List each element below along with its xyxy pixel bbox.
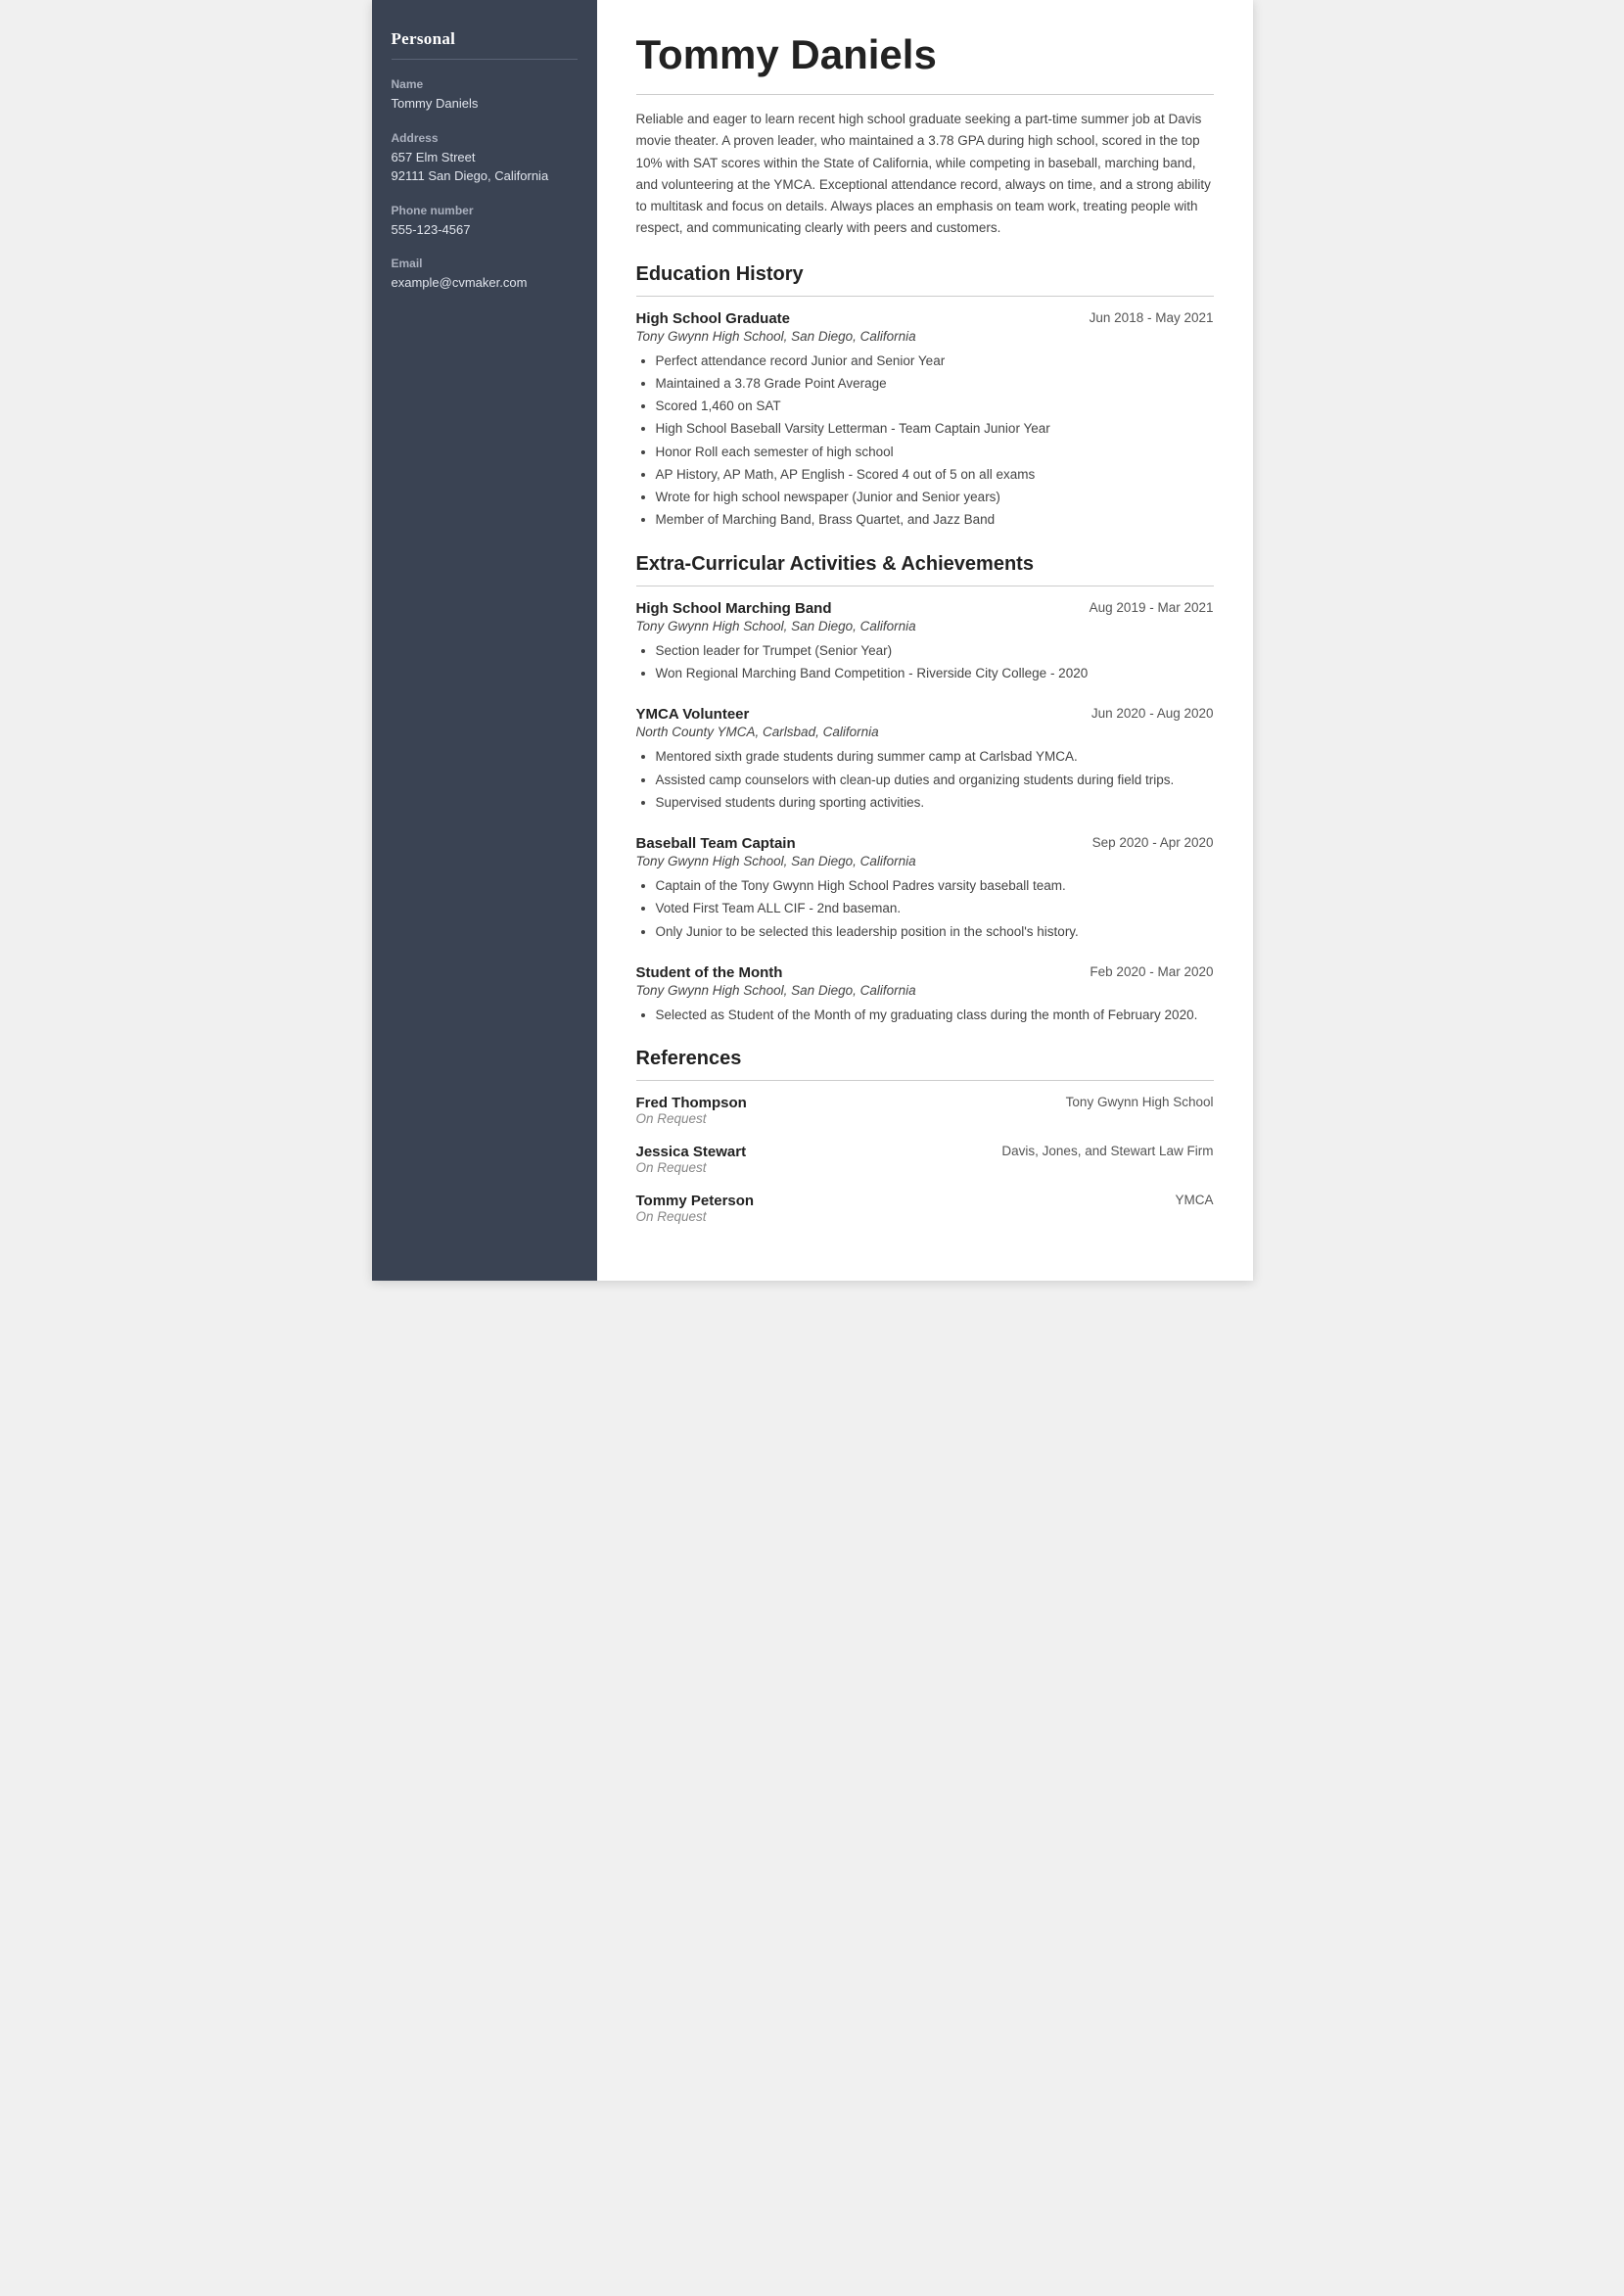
bullet-item: Captain of the Tony Gwynn High School Pa…: [656, 875, 1214, 897]
education-section: Education History High School Graduate J…: [636, 263, 1214, 532]
extracurricular-entry-1-subtitle: North County YMCA, Carlsbad, California: [636, 725, 1214, 739]
extracurricular-entry-3-date: Feb 2020 - Mar 2020: [1090, 964, 1213, 979]
education-entry-0-header: High School Graduate Jun 2018 - May 2021: [636, 310, 1214, 327]
reference-1-sub: On Request: [636, 1160, 1214, 1175]
bullet-item: Assisted camp counselors with clean-up d…: [656, 770, 1214, 791]
extracurricular-entry-1-header: YMCA Volunteer Jun 2020 - Aug 2020: [636, 706, 1214, 723]
education-entry-0: High School Graduate Jun 2018 - May 2021…: [636, 310, 1214, 532]
bullet-item: Perfect attendance record Junior and Sen…: [656, 351, 1214, 372]
reference-1-org: Davis, Jones, and Stewart Law Firm: [1001, 1144, 1213, 1158]
bullet-item: Section leader for Trumpet (Senior Year): [656, 640, 1214, 662]
reference-0: Fred Thompson Tony Gwynn High School On …: [636, 1095, 1214, 1126]
bullet-item: High School Baseball Varsity Letterman -…: [656, 418, 1214, 440]
sidebar-address-section: Address 657 Elm Street 92111 San Diego, …: [392, 131, 578, 186]
extracurricular-entry-2-bullets: Captain of the Tony Gwynn High School Pa…: [636, 875, 1214, 943]
bullet-item: AP History, AP Math, AP English - Scored…: [656, 464, 1214, 486]
education-entry-0-date: Jun 2018 - May 2021: [1090, 310, 1214, 325]
sidebar-phone-label: Phone number: [392, 204, 578, 217]
extracurricular-entry-1-title: YMCA Volunteer: [636, 706, 750, 723]
bullet-item: Voted First Team ALL CIF - 2nd baseman.: [656, 898, 1214, 919]
bullet-item: Scored 1,460 on SAT: [656, 396, 1214, 417]
sidebar-name-label: Name: [392, 77, 578, 91]
sidebar-phone-value: 555-123-4567: [392, 220, 578, 240]
reference-1: Jessica Stewart Davis, Jones, and Stewar…: [636, 1144, 1214, 1175]
extracurricular-entry-2-date: Sep 2020 - Apr 2020: [1092, 835, 1214, 850]
bullet-item: Selected as Student of the Month of my g…: [656, 1005, 1214, 1026]
extracurricular-entry-2-header: Baseball Team Captain Sep 2020 - Apr 202…: [636, 835, 1214, 852]
reference-2-sub: On Request: [636, 1209, 1214, 1224]
extracurricular-title: Extra-Curricular Activities & Achievemen…: [636, 553, 1214, 576]
extracurricular-section: Extra-Curricular Activities & Achievemen…: [636, 553, 1214, 1026]
education-title: Education History: [636, 263, 1214, 286]
extracurricular-entry-1-bullets: Mentored sixth grade students during sum…: [636, 746, 1214, 814]
reference-0-name: Fred Thompson: [636, 1095, 747, 1111]
reference-2-org: YMCA: [1175, 1193, 1213, 1207]
reference-1-name: Jessica Stewart: [636, 1144, 747, 1160]
summary: Reliable and eager to learn recent high …: [636, 109, 1214, 240]
references-divider: [636, 1080, 1214, 1081]
extracurricular-entry-2: Baseball Team Captain Sep 2020 - Apr 202…: [636, 835, 1214, 943]
bullet-item: Only Junior to be selected this leadersh…: [656, 921, 1214, 943]
extracurricular-entry-3-subtitle: Tony Gwynn High School, San Diego, Calif…: [636, 983, 1214, 998]
name-divider: [636, 94, 1214, 95]
sidebar-email-section: Email example@cvmaker.com: [392, 257, 578, 293]
extracurricular-entry-1-date: Jun 2020 - Aug 2020: [1091, 706, 1214, 721]
sidebar-email-value: example@cvmaker.com: [392, 273, 578, 293]
sidebar-address-line1: 657 Elm Street: [392, 148, 578, 167]
education-entry-0-bullets: Perfect attendance record Junior and Sen…: [636, 351, 1214, 532]
extracurricular-entry-0-title: High School Marching Band: [636, 600, 832, 617]
sidebar-title: Personal: [392, 29, 578, 49]
sidebar-phone-section: Phone number 555-123-4567: [392, 204, 578, 240]
reference-2-header: Tommy Peterson YMCA: [636, 1193, 1214, 1209]
extracurricular-entry-0-header: High School Marching Band Aug 2019 - Mar…: [636, 600, 1214, 617]
candidate-name: Tommy Daniels: [636, 31, 1214, 78]
bullet-item: Mentored sixth grade students during sum…: [656, 746, 1214, 768]
bullet-item: Supervised students during sporting acti…: [656, 792, 1214, 814]
bullet-item: Member of Marching Band, Brass Quartet, …: [656, 509, 1214, 531]
references-section: References Fred Thompson Tony Gwynn High…: [636, 1048, 1214, 1224]
reference-0-org: Tony Gwynn High School: [1066, 1095, 1214, 1109]
bullet-item: Honor Roll each semester of high school: [656, 442, 1214, 463]
extracurricular-entry-0-subtitle: Tony Gwynn High School, San Diego, Calif…: [636, 619, 1214, 633]
extracurricular-entry-3-title: Student of the Month: [636, 964, 783, 981]
bullet-item: Won Regional Marching Band Competition -…: [656, 663, 1214, 684]
sidebar-name-section: Name Tommy Daniels: [392, 77, 578, 114]
extracurricular-entry-3: Student of the Month Feb 2020 - Mar 2020…: [636, 964, 1214, 1026]
extracurricular-entry-0-date: Aug 2019 - Mar 2021: [1090, 600, 1214, 615]
extracurricular-entry-0: High School Marching Band Aug 2019 - Mar…: [636, 600, 1214, 685]
sidebar-email-label: Email: [392, 257, 578, 270]
sidebar-name-value: Tommy Daniels: [392, 94, 578, 114]
education-entry-0-title: High School Graduate: [636, 310, 791, 327]
extracurricular-entry-2-subtitle: Tony Gwynn High School, San Diego, Calif…: [636, 854, 1214, 868]
education-divider: [636, 296, 1214, 297]
extracurricular-entry-3-bullets: Selected as Student of the Month of my g…: [636, 1005, 1214, 1026]
reference-0-sub: On Request: [636, 1111, 1214, 1126]
bullet-item: Wrote for high school newspaper (Junior …: [656, 487, 1214, 508]
resume-wrapper: Personal Name Tommy Daniels Address 657 …: [372, 0, 1253, 1281]
extracurricular-entry-3-header: Student of the Month Feb 2020 - Mar 2020: [636, 964, 1214, 981]
sidebar: Personal Name Tommy Daniels Address 657 …: [372, 0, 597, 1281]
reference-0-header: Fred Thompson Tony Gwynn High School: [636, 1095, 1214, 1111]
reference-1-header: Jessica Stewart Davis, Jones, and Stewar…: [636, 1144, 1214, 1160]
sidebar-address-line2: 92111 San Diego, California: [392, 166, 578, 186]
references-title: References: [636, 1048, 1214, 1070]
reference-2: Tommy Peterson YMCA On Request: [636, 1193, 1214, 1224]
sidebar-divider: [392, 59, 578, 60]
reference-2-name: Tommy Peterson: [636, 1193, 755, 1209]
bullet-item: Maintained a 3.78 Grade Point Average: [656, 373, 1214, 395]
main-content: Tommy Daniels Reliable and eager to lear…: [597, 0, 1253, 1281]
sidebar-address-label: Address: [392, 131, 578, 145]
extracurricular-entry-0-bullets: Section leader for Trumpet (Senior Year)…: [636, 640, 1214, 685]
education-entry-0-subtitle: Tony Gwynn High School, San Diego, Calif…: [636, 329, 1214, 344]
extracurricular-entry-1: YMCA Volunteer Jun 2020 - Aug 2020 North…: [636, 706, 1214, 814]
extracurricular-entry-2-title: Baseball Team Captain: [636, 835, 796, 852]
